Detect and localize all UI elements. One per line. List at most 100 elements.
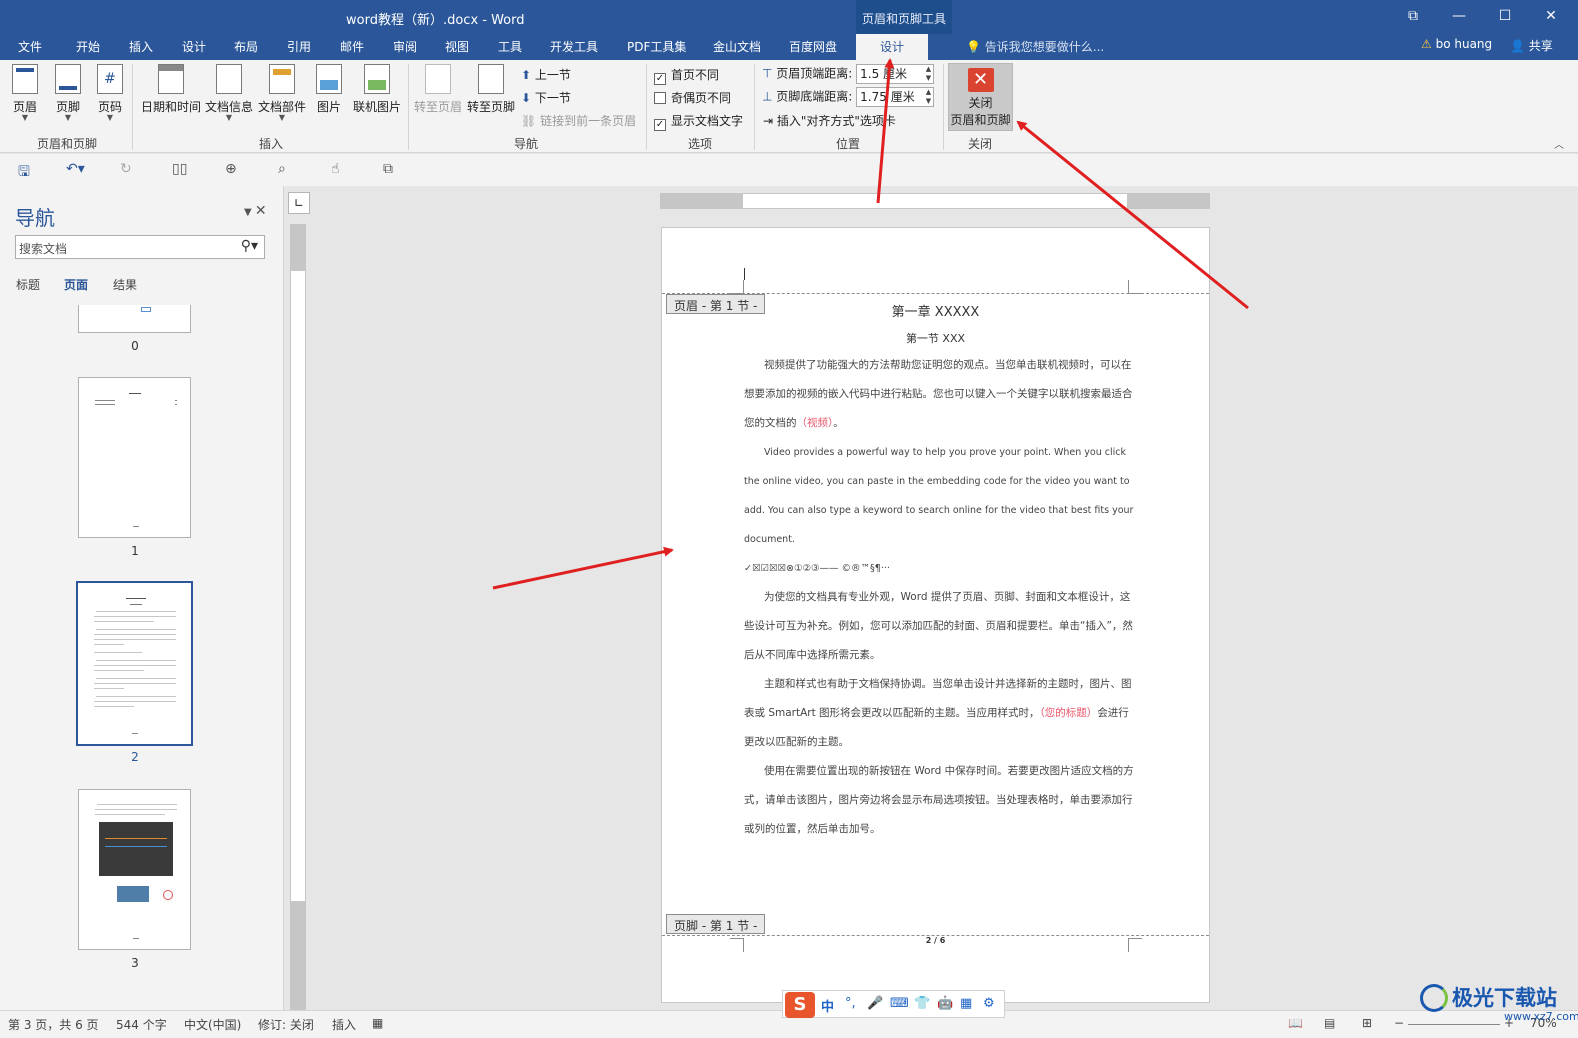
tab-insert[interactable]: 插入	[129, 38, 153, 55]
microphone-icon[interactable]: 🎤	[867, 996, 883, 1011]
minimize-button[interactable]: —	[1436, 0, 1482, 34]
collapse-ribbon-icon[interactable]: ︿	[1554, 136, 1564, 151]
undo-icon[interactable]: ↶▾	[66, 161, 85, 177]
different-odd-even-checkbox[interactable]: 奇偶页不同	[654, 89, 731, 106]
tab-review[interactable]: 审阅	[393, 38, 417, 55]
group-label-options: 选项	[688, 137, 713, 151]
online-picture-button[interactable]: 联机图片	[353, 64, 401, 115]
read-mode-view-icon[interactable]: 📖	[1288, 1016, 1303, 1030]
tab-mailings[interactable]: 邮件	[340, 38, 364, 55]
page-thumbnail[interactable]	[78, 305, 191, 333]
zoom-out-icon[interactable]: −	[1394, 1016, 1404, 1030]
next-section-icon: ⬇	[521, 91, 535, 105]
close-window-button[interactable]: ✕	[1528, 0, 1574, 34]
search-icon[interactable]: ⚲▾	[241, 238, 258, 254]
nav-search-input[interactable]: 搜索文档 ⚲▾	[15, 235, 265, 259]
close-header-footer-button[interactable]: ✕ 关闭 页眉和页脚	[948, 63, 1013, 131]
different-first-page-checkbox[interactable]: ✓ 首页不同	[654, 66, 719, 85]
footer-section-tag: 页脚 - 第 1 节 -	[666, 914, 766, 934]
picture-button[interactable]: 图片	[316, 64, 342, 115]
dropdown-caret-icon: ▼	[225, 113, 233, 122]
ime-punctuation-icon[interactable]: °,	[845, 996, 856, 1011]
header-button[interactable]: 页眉 ▼	[12, 64, 38, 122]
goto-footer-icon	[478, 64, 504, 94]
insert-mode[interactable]: 插入	[332, 1016, 356, 1033]
tab-home[interactable]: 开始	[76, 38, 100, 55]
ime-chinese-mode[interactable]: 中	[821, 996, 834, 1015]
dropdown-caret-icon: ▼	[278, 113, 286, 122]
share-button[interactable]: 👤 共享	[1510, 37, 1553, 54]
tab-developer[interactable]: 开发工具	[550, 38, 598, 55]
tab-pdf-tools[interactable]: PDF工具集	[627, 38, 686, 55]
tab-layout[interactable]: 布局	[234, 38, 258, 55]
spinner-arrows-icon[interactable]: ▲ ▼	[926, 65, 931, 83]
page-thumbnail-selected[interactable]	[76, 581, 193, 746]
settings-icon[interactable]: ⚙	[983, 996, 995, 1011]
save-icon[interactable]: 🖫	[18, 161, 30, 185]
macro-icon[interactable]: ▦	[372, 1016, 383, 1030]
ribbon-display-options-icon[interactable]: ⧉	[1390, 0, 1436, 34]
header-top-spinner[interactable]: 1.5 厘米 ▲ ▼	[856, 64, 935, 84]
tab-selector[interactable]: ∟	[288, 192, 310, 214]
close-icon: ✕	[967, 68, 994, 92]
date-time-button[interactable]: 日期和时间	[141, 64, 201, 115]
web-layout-view-icon[interactable]: ⊞	[1362, 1016, 1372, 1030]
paragraph: 为使您的文档具有专业外观，Word 提供了页眉、页脚、封面和文本框设计，这些设计…	[744, 591, 1133, 661]
next-section-button[interactable]: ⬇ 下一节	[521, 89, 571, 106]
sogou-logo-icon[interactable]: S	[785, 992, 815, 1018]
customize-icon[interactable]: ⧉	[383, 161, 393, 177]
goto-footer-button[interactable]: 转至页脚	[467, 64, 515, 115]
print-layout-view-icon[interactable]: ▤	[1324, 1016, 1335, 1030]
tab-baidu-netdisk[interactable]: 百度网盘	[789, 38, 837, 55]
document-page[interactable]: 页眉 - 第 1 节 - 第一章 XXXXX 第一节 XXX 视频提供了功能强大…	[661, 227, 1210, 1003]
tab-references[interactable]: 引用	[287, 38, 311, 55]
toolbox-icon[interactable]: ▦	[960, 996, 972, 1011]
tab-kingsoft-docs[interactable]: 金山文档	[713, 38, 761, 55]
doc-info-button[interactable]: 文档信息 ▼	[205, 64, 253, 122]
goto-header-button[interactable]: 转至页眉	[414, 64, 462, 115]
text-cursor	[744, 268, 745, 280]
link-to-previous-button[interactable]: ⛓ 链接到前一条页眉	[521, 112, 636, 129]
dropdown-icon[interactable]: ▼	[244, 207, 255, 218]
show-document-text-checkbox[interactable]: ✓ 显示文档文字	[654, 112, 743, 131]
redo-icon[interactable]: ↻	[120, 161, 132, 177]
spinner-arrows-icon[interactable]: ▲ ▼	[926, 88, 931, 106]
maximize-button[interactable]: ☐	[1482, 0, 1528, 34]
footer-bottom-spinner[interactable]: 1.75 厘米 ▲ ▼	[856, 87, 935, 107]
tab-tools[interactable]: 工具	[498, 38, 522, 55]
close-icon[interactable]: ✕	[255, 203, 267, 219]
tab-header-footer-design[interactable]: 设计	[856, 34, 929, 60]
page-count[interactable]: 第 3 页，共 6 页	[8, 1016, 99, 1033]
nav-tab-pages[interactable]: 页面	[64, 276, 88, 293]
keyboard-icon[interactable]: ⌨	[890, 996, 909, 1011]
horizontal-ruler[interactable]	[660, 193, 1210, 209]
assistant-icon[interactable]: 🤖	[937, 996, 953, 1011]
nav-tab-headings[interactable]: 标题	[16, 276, 40, 293]
language[interactable]: 中文(中国)	[184, 1016, 241, 1033]
tab-file[interactable]: 文件	[18, 38, 42, 55]
group-label-close: 关闭	[968, 137, 993, 151]
word-count[interactable]: 544 个字	[116, 1016, 167, 1033]
group-separator	[408, 64, 409, 150]
read-mode-icon[interactable]: ▯▯	[172, 161, 187, 177]
document-info-icon	[216, 64, 242, 94]
skin-icon[interactable]: 👕	[914, 996, 930, 1011]
tab-view[interactable]: 视图	[445, 38, 469, 55]
quick-parts-button[interactable]: 文档部件 ▼	[258, 64, 306, 122]
tell-me-search[interactable]: 💡 告诉我您想要做什么...	[966, 38, 1104, 55]
touch-mode-icon[interactable]: ☝	[331, 161, 340, 177]
previous-section-button[interactable]: ⬆ 上一节	[521, 66, 571, 83]
page-thumbnail[interactable]	[78, 789, 191, 950]
footer-button[interactable]: 页脚 ▼	[55, 64, 81, 122]
web-icon[interactable]: ⊕	[225, 161, 237, 177]
nav-tab-results[interactable]: 结果	[113, 276, 137, 293]
page-thumbnail-number: 3	[131, 956, 139, 970]
user-account[interactable]: ⚠ bo huang	[1421, 37, 1492, 51]
vertical-ruler[interactable]	[290, 224, 306, 1010]
page-thumbnail[interactable]	[78, 377, 191, 538]
track-changes-status[interactable]: 修订: 关闭	[258, 1016, 314, 1033]
print-preview-icon[interactable]: ⌕	[278, 161, 286, 177]
tab-design[interactable]: 设计	[182, 38, 206, 55]
page-number-button[interactable]: # 页码 ▼	[97, 64, 123, 122]
insert-alignment-tab-button[interactable]: ⇥ 插入"对齐方式"选项卡	[763, 112, 896, 129]
